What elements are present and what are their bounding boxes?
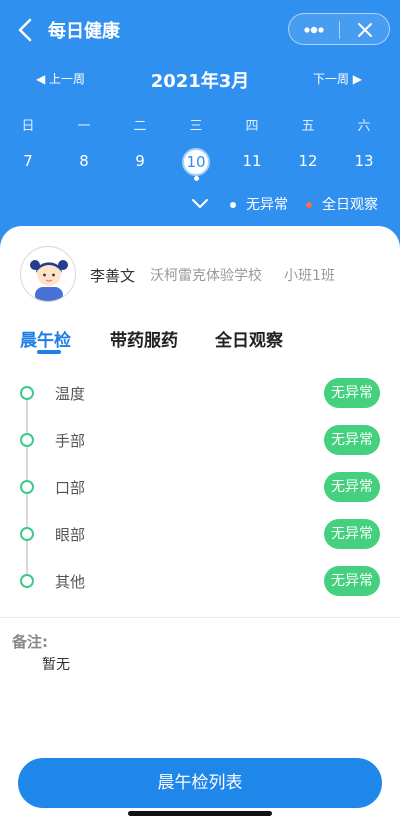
legend-dot-normal [230,202,236,208]
check-row-temperature: 温度 无异常 [0,376,400,410]
weekday-row: 日 一 二 三 四 五 六 [0,115,400,134]
date-number: 7 [23,152,33,170]
active-tab-indicator [37,350,61,354]
status-badge: 无异常 [324,378,380,408]
student-avatar-icon [30,260,68,301]
weekday-label: 二 [133,119,147,134]
check-row-eyes: 眼部 无异常 [0,517,400,551]
check-label: 手部 [55,432,86,450]
tab-all-day-observation[interactable]: 全日观察 [215,326,283,351]
page-title: 每日健康 [48,21,120,42]
timeline-dot [20,574,34,588]
legend-all-day: 全日观察 [306,194,378,214]
timeline-dot [20,480,34,494]
next-week-label: 下一周 [312,72,349,86]
morning-check-list-button[interactable]: 晨午检列表 [18,758,382,808]
selected-date-number: 10 [182,148,210,176]
date-cell[interactable]: 13 [336,148,392,184]
weekday-label: 四 [245,119,259,134]
legend-dot-all-day [306,202,312,208]
weekday-label: 三 [189,119,203,134]
check-row-other: 其他 无异常 [0,564,400,598]
date-cell[interactable]: 7 [0,148,56,184]
avatar [20,246,76,302]
home-indicator [128,811,272,816]
check-label: 温度 [55,385,86,403]
status-badge: 无异常 [324,472,380,502]
timeline-dot [20,433,34,447]
chevron-left-icon[interactable] [14,16,38,44]
section-divider [0,617,400,618]
legend-normal-label: 无异常 [246,197,288,213]
status-badge: 无异常 [324,566,380,596]
date-cell-selected[interactable]: 10 [168,148,224,184]
weekday-label: 一 [77,119,91,134]
timeline-dot [20,527,34,541]
check-timeline: 温度 无异常 手部 无异常 口部 无异常 眼部 无异常 其他 无异常 [0,372,400,612]
date-number: 12 [298,152,318,170]
more-dots-icon[interactable] [299,20,329,40]
status-badge: 无异常 [324,519,380,549]
tab-morning-check[interactable]: 晨午检 [20,326,71,351]
check-row-hands: 手部 无异常 [0,423,400,457]
note-value: 暂无 [42,657,70,673]
student-name: 李善文 [90,267,136,285]
date-cell[interactable]: 12 [280,148,336,184]
weekday-label: 五 [301,119,315,134]
check-label: 口部 [55,479,86,497]
date-number: 11 [242,152,262,170]
date-cell[interactable]: 11 [224,148,280,184]
date-number: 9 [135,152,145,170]
legend-row: 无异常 全日观察 [0,190,400,216]
top-bar: 每日健康 [0,0,400,60]
capsule-divider [339,21,340,39]
date-number: 8 [79,152,89,170]
date-row: 7 8 9 10 11 12 13 [0,148,400,184]
date-cell[interactable]: 8 [56,148,112,184]
check-label: 眼部 [55,526,86,544]
check-row-mouth: 口部 无异常 [0,470,400,504]
legend-normal: 无异常 [230,194,288,214]
note-label: 备注: [12,633,48,651]
legend-all-day-label: 全日观察 [322,197,378,213]
chevron-down-icon[interactable] [190,196,210,212]
date-cell[interactable]: 9 [112,148,168,184]
caret-right-icon: ▶ [348,72,362,86]
class-name: 小班1班 [284,268,335,284]
school-name: 沃柯雷克体验学校 [150,268,262,284]
status-badge: 无异常 [324,425,380,455]
timeline-dot [20,386,34,400]
mini-program-capsule [288,13,390,45]
tab-medication[interactable]: 带药服药 [110,326,178,351]
weekday-label: 日 [21,119,35,134]
week-navigation: ◀ 上一周 2021年3月 下一周 ▶ [0,62,400,96]
close-icon[interactable] [351,20,379,40]
record-dot [194,176,199,181]
weekday-label: 六 [357,119,371,134]
health-card: 李善文 沃柯雷克体验学校 小班1班 晨午检 带药服药 全日观察 温度 无异常 手… [0,226,400,825]
date-number: 13 [354,152,374,170]
check-label: 其他 [55,573,86,591]
next-week-button[interactable]: 下一周 ▶ [313,70,362,87]
